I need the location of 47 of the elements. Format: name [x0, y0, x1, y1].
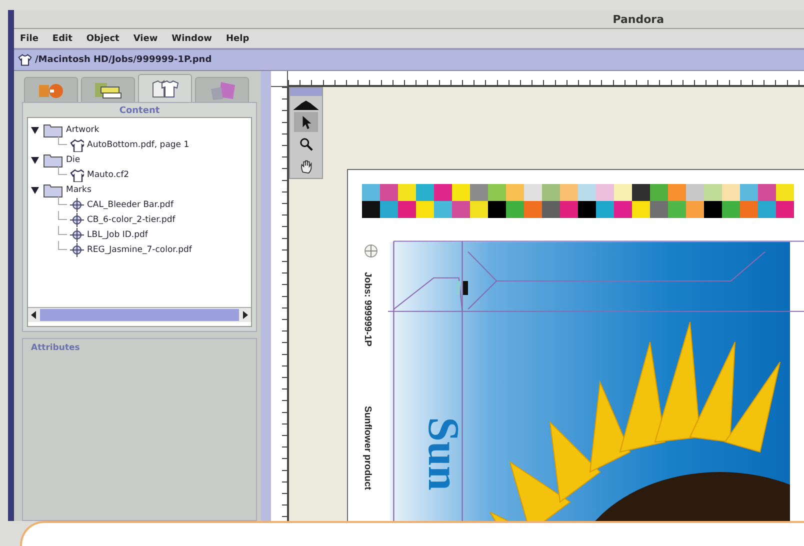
- menu-item[interactable]: Object: [86, 34, 120, 44]
- tab[interactable]: [138, 74, 192, 102]
- folder-icon: [43, 182, 63, 198]
- expanded-icon[interactable]: [30, 154, 40, 164]
- bar-mark-icon: [456, 281, 470, 295]
- shirt-icon: [18, 53, 32, 67]
- shirt-icon: [70, 168, 84, 182]
- expanded-icon[interactable]: [30, 124, 40, 134]
- menu-item[interactable]: Help: [226, 34, 250, 44]
- horizontal-scrollbar[interactable]: [28, 307, 251, 322]
- splitter-handle[interactable]: [261, 71, 271, 521]
- ruler-corner: [271, 71, 288, 87]
- expanded-icon[interactable]: [30, 184, 40, 194]
- shirts-icon: [150, 78, 180, 100]
- headline-text: Sun: [418, 417, 469, 490]
- menu-item[interactable]: View: [133, 34, 158, 44]
- hand-icon: [298, 158, 314, 174]
- mountain-icon: [293, 98, 319, 110]
- tree-item[interactable]: CB_6-color_2-tier.pdf: [87, 214, 176, 224]
- tree-item[interactable]: Marks: [66, 184, 92, 194]
- tree-item[interactable]: Mauto.cf2: [87, 170, 130, 180]
- tree-item[interactable]: LBL_Job ID.pdf: [87, 230, 148, 240]
- folder-icon: [43, 122, 63, 138]
- tree-item[interactable]: AutoBottom.pdf, page 1: [87, 140, 190, 150]
- window-title: Pandora: [612, 12, 664, 26]
- tool-button[interactable]: [294, 112, 318, 132]
- crosshair-icon: [70, 198, 84, 212]
- search-icon: [298, 136, 314, 152]
- product-label: Sunflower product: [362, 406, 373, 490]
- menu-item[interactable]: Edit: [52, 34, 72, 44]
- registration-mark-icon: [364, 244, 378, 258]
- shirt-icon: [70, 138, 84, 152]
- job-label: Jobs: 999999-1P: [362, 272, 373, 346]
- tree-item[interactable]: Die: [66, 154, 80, 164]
- tree-item[interactable]: Artwork: [66, 124, 100, 134]
- document-path: /Macintosh HD/Jobs/999999-1P.pnd: [35, 55, 212, 65]
- menu-item[interactable]: Window: [172, 34, 212, 44]
- crosshair-icon: [70, 242, 84, 256]
- tree-item[interactable]: CAL_Bleeder Bar.pdf: [87, 200, 174, 210]
- crosshair-icon: [70, 212, 84, 226]
- panel-title: Content: [118, 105, 161, 117]
- tab[interactable]: [81, 77, 135, 102]
- tree-item[interactable]: REG_Jasmine_7-color.pdf: [87, 244, 192, 254]
- folder-icon: [43, 152, 63, 168]
- menu-item[interactable]: File: [20, 34, 38, 44]
- crosshair-icon: [70, 228, 84, 242]
- panel-title: Attributes: [31, 343, 81, 353]
